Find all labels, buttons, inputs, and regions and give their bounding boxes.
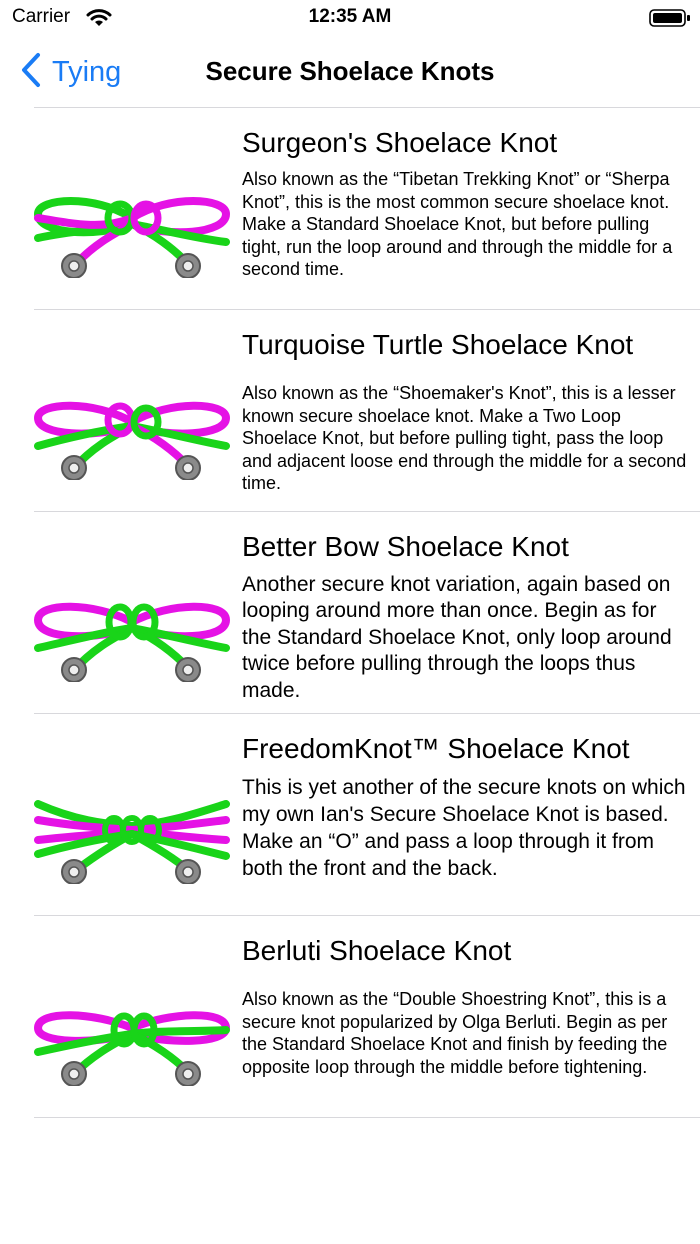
list-item[interactable]: Surgeon's Shoelace Knot Also known as th…: [0, 108, 700, 310]
status-bar: Carrier 12:35 AM: [0, 0, 700, 36]
knot-description: Also known as the “Double Shoestring Kno…: [242, 989, 668, 1077]
knot-title: Better Bow Shoelace Knot: [242, 531, 569, 562]
page-title: Secure Shoelace Knots: [205, 56, 495, 86]
knot-title: Surgeon's Shoelace Knot: [242, 127, 558, 158]
list-item[interactable]: Better Bow Shoelace Knot Another secure …: [0, 512, 700, 714]
list-item[interactable]: FreedomKnot™ Shoelace Knot This is yet a…: [0, 714, 700, 916]
navigation-bar: Tying Secure Shoelace Knots: [0, 44, 700, 108]
clock: 12:35 AM: [308, 6, 392, 27]
knot-diagram: [33, 1002, 231, 1091]
battery-icon: [649, 8, 691, 33]
knot-list: Surgeon's Shoelace Knot Also known as th…: [0, 108, 700, 1118]
knot-description: Also known as the “Shoemaker's Knot”, th…: [242, 383, 687, 494]
knot-diagram: [33, 396, 231, 485]
knot-title: Berluti Shoelace Knot: [242, 935, 512, 966]
knot-diagram: [34, 800, 230, 889]
knot-title: FreedomKnot™ Shoelace Knot: [242, 733, 630, 764]
knot-description: Another secure knot variation, again bas…: [242, 573, 672, 702]
knot-diagram: [33, 194, 231, 283]
knot-description: Also known as the “Tibetan Trekking Knot…: [242, 169, 673, 280]
knot-description: This is yet another of the secure knots …: [242, 776, 686, 880]
list-item[interactable]: Turquoise Turtle Shoelace Knot Also know…: [0, 310, 700, 512]
knot-title: Turquoise Turtle Shoelace Knot: [242, 329, 634, 360]
list-item[interactable]: Berluti Shoelace Knot Also known as the …: [0, 916, 700, 1118]
knot-diagram: [33, 598, 231, 687]
